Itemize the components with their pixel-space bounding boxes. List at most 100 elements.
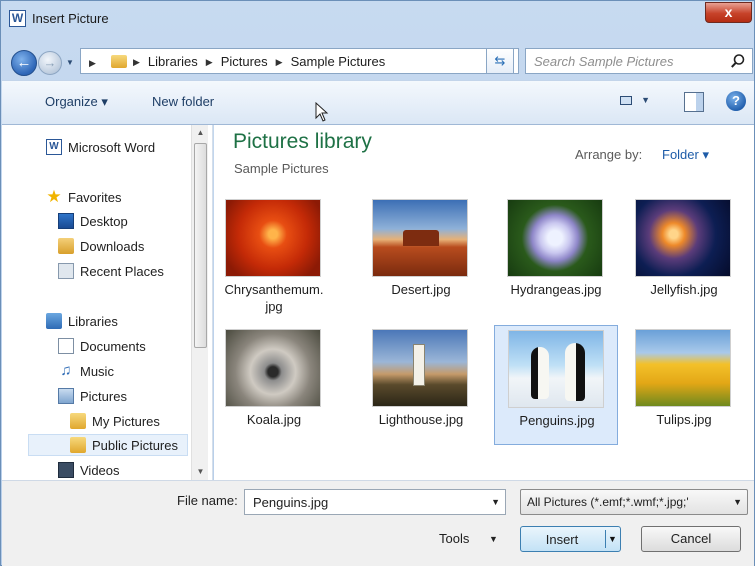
- new-folder-button[interactable]: New folder: [152, 94, 214, 109]
- videos-icon: [58, 462, 74, 478]
- address-row: ← → ▼ ▶ ▶ Libraries ▶ Pictures ▶ Sample …: [1, 39, 755, 77]
- sidebar-item-pictures[interactable]: Pictures: [58, 385, 127, 407]
- pictures-icon: [58, 388, 74, 404]
- file-name: Penguins.jpg: [519, 413, 595, 428]
- organize-menu[interactable]: Organize ▾: [45, 94, 108, 110]
- chevron-down-icon[interactable]: ▼: [489, 534, 498, 544]
- sidebar-item-my-pictures[interactable]: My Pictures: [70, 410, 160, 432]
- file-name: Tulips.jpg: [656, 412, 712, 427]
- sidebar-item-favorites[interactable]: ★ Favorites: [46, 186, 121, 208]
- sidebar-item-label: Pictures: [80, 388, 127, 404]
- sidebar-item-downloads[interactable]: Downloads: [58, 235, 144, 257]
- insert-button-label: Insert: [545, 532, 579, 547]
- file-tile-lighthouse[interactable]: Lighthouse.jpg: [359, 325, 483, 445]
- mouse-cursor-icon: [315, 102, 329, 122]
- file-name-combobox[interactable]: ▼: [244, 489, 506, 515]
- file-tile-tulips[interactable]: Tulips.jpg: [622, 325, 746, 445]
- library-subtitle: Sample Pictures: [234, 161, 329, 176]
- sidebar-item-label: Videos: [80, 462, 120, 478]
- music-icon: ♫: [60, 362, 72, 379]
- file-type-filter[interactable]: All Pictures (*.emf;*.wmf;*.jpg;' ▼: [520, 489, 748, 515]
- folder-icon: [111, 55, 127, 68]
- command-bar: Organize ▾ New folder ▼ ?: [2, 80, 754, 125]
- recent-locations-dropdown[interactable]: ▼: [64, 57, 76, 69]
- penguins-thumbnail: [508, 330, 604, 408]
- refresh-button[interactable]: ⇆: [486, 48, 514, 74]
- insert-button[interactable]: Insert ▼: [520, 526, 621, 552]
- change-view-button[interactable]: ▼: [620, 94, 650, 112]
- search-input[interactable]: [532, 52, 722, 70]
- scroll-down-icon[interactable]: ▼: [192, 464, 209, 480]
- sidebar-item-libraries[interactable]: Libraries: [46, 310, 118, 332]
- help-icon[interactable]: ?: [726, 91, 746, 111]
- file-tile-jellyfish[interactable]: Jellyfish.jpg: [622, 195, 746, 315]
- sidebar-item-label: Public Pictures: [92, 437, 178, 453]
- file-tile-chrysanthemum[interactable]: Chrysanthemum. jpg: [212, 195, 336, 315]
- breadcrumb-pictures[interactable]: Pictures: [221, 54, 268, 70]
- hydrangeas-thumbnail: [507, 199, 603, 277]
- scrollbar-thumb[interactable]: [194, 143, 207, 348]
- file-name: Desert.jpg: [391, 282, 451, 297]
- library-title: Pictures library: [233, 130, 372, 153]
- sidebar-item-label: Favorites: [68, 189, 122, 205]
- file-tile-koala[interactable]: Koala.jpg: [212, 325, 336, 445]
- file-tile-hydrangeas[interactable]: Hydrangeas.jpg: [494, 195, 618, 315]
- file-tile-desert[interactable]: Desert.jpg: [359, 195, 483, 315]
- breadcrumb: ▶ Libraries ▶ Pictures ▶ Sample Pictures: [133, 54, 385, 70]
- sidebar-item-microsoft-word[interactable]: W Microsoft Word: [46, 136, 155, 158]
- breadcrumb-libraries[interactable]: Libraries: [148, 54, 198, 70]
- tulips-thumbnail: [635, 329, 731, 407]
- window-title: Insert Picture: [32, 11, 109, 26]
- breadcrumb-sample-pictures[interactable]: Sample Pictures: [291, 54, 386, 70]
- close-button[interactable]: x: [705, 2, 752, 23]
- preview-pane-button[interactable]: [684, 92, 704, 112]
- forward-button[interactable]: →: [38, 51, 62, 75]
- search-box[interactable]: [525, 48, 753, 74]
- recent-places-icon: [58, 263, 74, 279]
- file-name: Koala.jpg: [246, 412, 302, 427]
- file-name: Hydrangeas.jpg: [510, 282, 602, 297]
- navigation-pane: W Microsoft Word ★ Favorites Desktop Dow…: [2, 125, 213, 480]
- jellyfish-thumbnail: [635, 199, 731, 277]
- chevron-down-icon: ▼: [641, 95, 650, 105]
- navigation-scrollbar[interactable]: ▲ ▼: [191, 125, 208, 480]
- chevron-down-icon: ▼: [733, 497, 742, 507]
- address-bar[interactable]: ▶ ▶ Libraries ▶ Pictures ▶ Sample Pictur…: [80, 48, 553, 74]
- scroll-up-icon[interactable]: ▲: [192, 125, 209, 141]
- word-icon: W: [46, 139, 62, 155]
- sidebar-item-documents[interactable]: Documents: [58, 335, 146, 357]
- folder-icon: [70, 437, 86, 453]
- downloads-folder-icon: [58, 238, 74, 254]
- sidebar-item-label: Downloads: [80, 238, 145, 254]
- file-tile-penguins[interactable]: Penguins.jpg: [494, 325, 618, 445]
- libraries-icon: [46, 313, 62, 329]
- documents-icon: [58, 338, 74, 354]
- chevron-right-icon: ▶: [205, 57, 213, 67]
- sidebar-item-label: Documents: [80, 338, 146, 354]
- tools-menu[interactable]: Tools: [439, 531, 469, 546]
- lighthouse-thumbnail: [372, 329, 468, 407]
- sidebar-item-label: Desktop: [80, 213, 128, 229]
- file-name-field[interactable]: [251, 494, 476, 510]
- sidebar-item-label: My Pictures: [92, 413, 160, 429]
- file-name-label: File name:: [177, 493, 238, 508]
- sidebar-item-videos[interactable]: Videos: [58, 459, 120, 481]
- insert-options-dropdown[interactable]: ▼: [605, 530, 619, 548]
- insert-picture-dialog: W Insert Picture x ← → ▼ ▶ ▶ Libraries ▶…: [0, 0, 755, 566]
- sidebar-item-music[interactable]: ♫ Music: [58, 360, 114, 382]
- file-type-filter-value: All Pictures (*.emf;*.wmf;*.jpg;': [527, 495, 689, 509]
- chevron-right-icon: ▶: [89, 58, 96, 68]
- back-button[interactable]: ←: [11, 50, 37, 76]
- desktop-icon: [58, 213, 74, 229]
- sidebar-item-desktop[interactable]: Desktop: [58, 210, 128, 232]
- sidebar-item-recent-places[interactable]: Recent Places: [58, 260, 164, 282]
- sidebar-item-label: Recent Places: [80, 263, 164, 279]
- sidebar-item-public-pictures[interactable]: Public Pictures: [28, 434, 188, 456]
- search-icon[interactable]: [730, 53, 746, 69]
- title-bar: W Insert Picture x: [1, 1, 755, 37]
- chrysanthemum-thumbnail: [225, 199, 321, 277]
- chevron-down-icon[interactable]: ▼: [491, 497, 500, 507]
- sidebar-item-label: Music: [80, 363, 114, 379]
- cancel-button[interactable]: Cancel: [641, 526, 741, 552]
- arrange-by-dropdown[interactable]: Folder ▾: [662, 147, 709, 163]
